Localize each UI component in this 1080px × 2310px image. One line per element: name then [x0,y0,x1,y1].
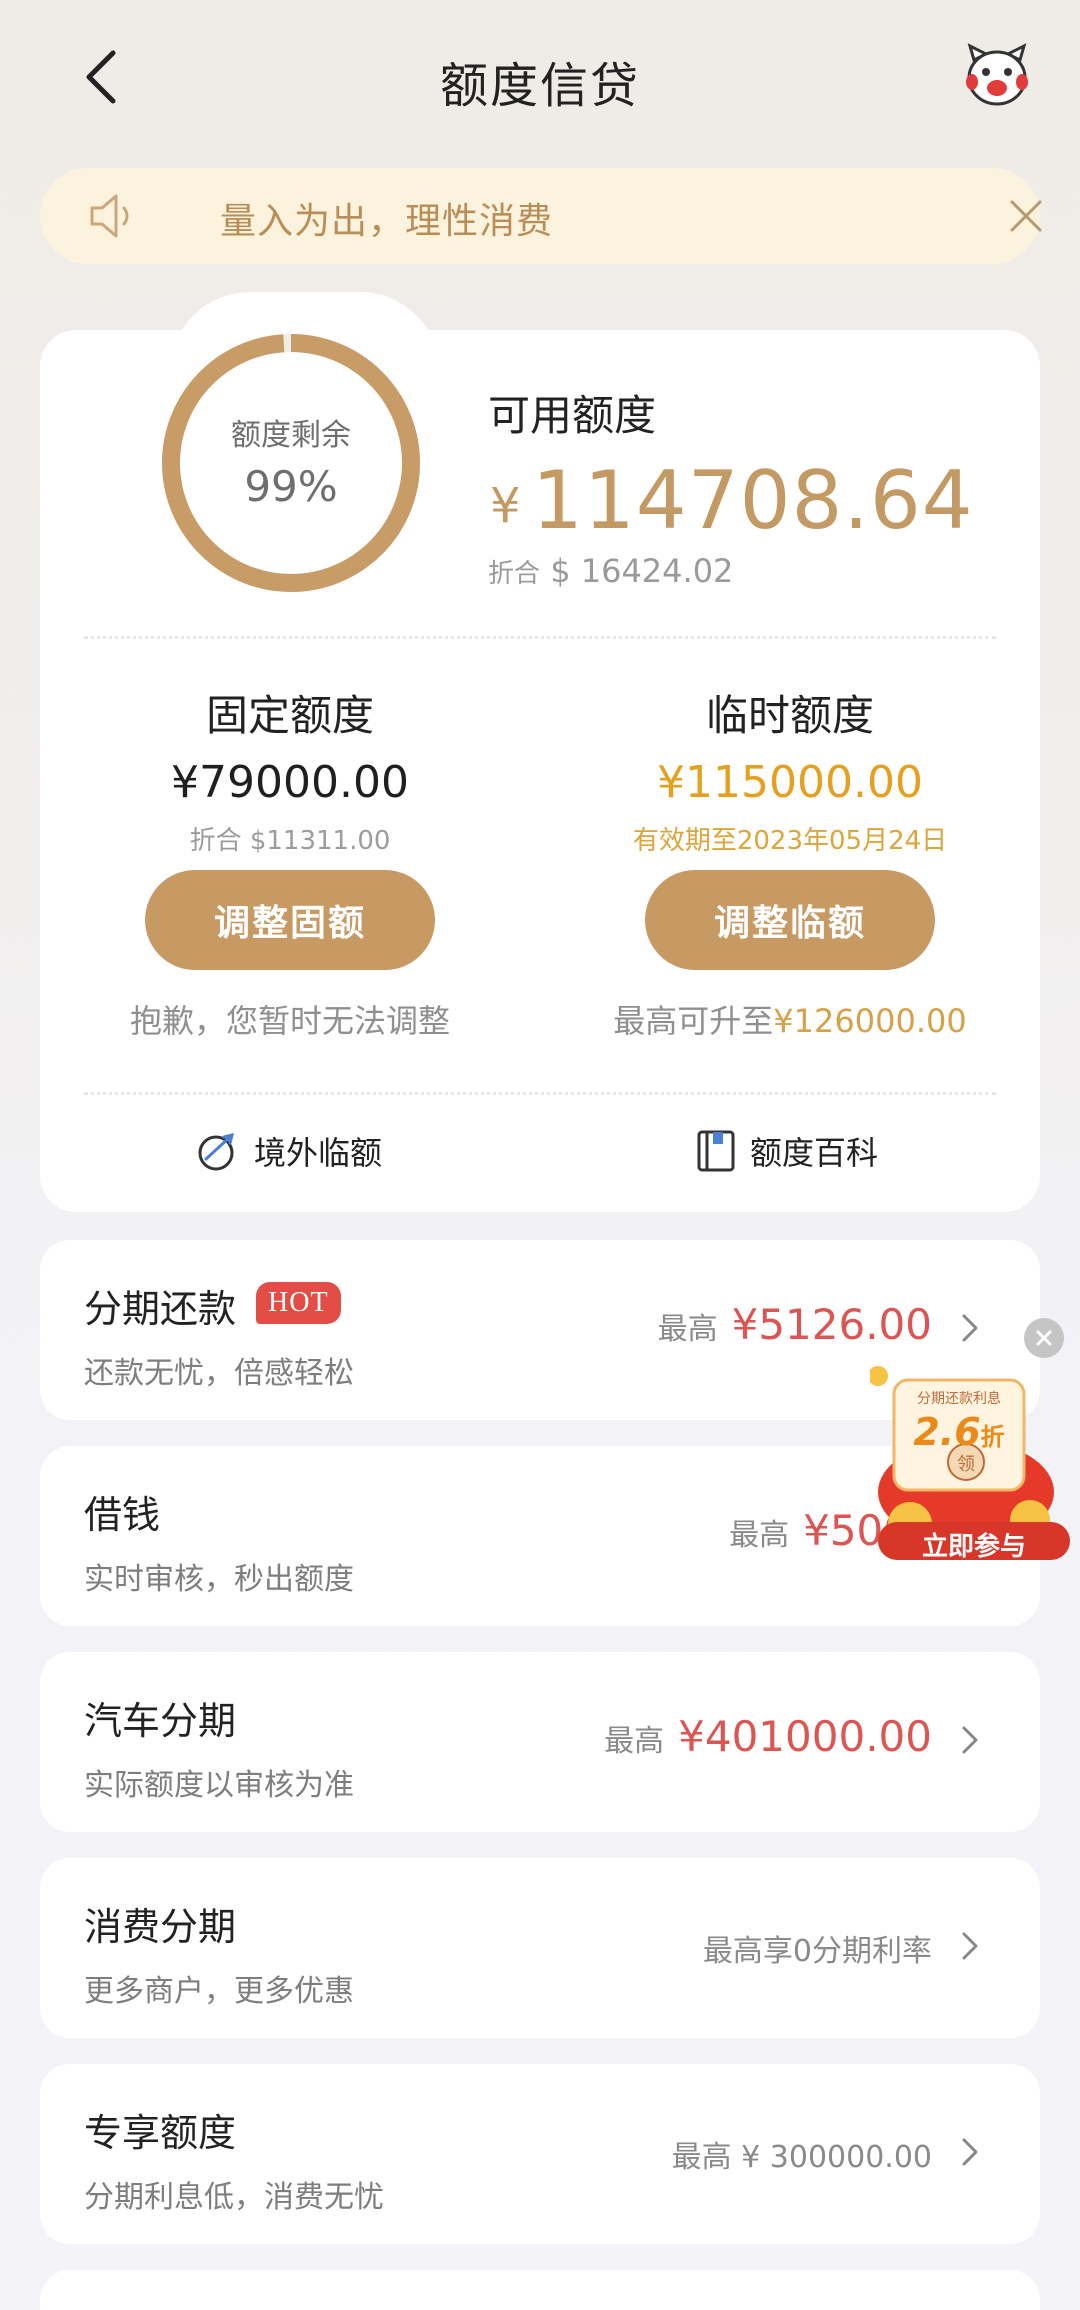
list-item-subtitle: 分期利息低，消费无忧 [84,2180,384,2215]
speaker-icon [90,194,129,238]
fixed-limit-amount: ¥79000.00 [171,757,409,808]
list-item-title: 专享额度 [84,2111,237,2155]
temp-limit-note-prefix: 最高可升至 [613,1002,774,1040]
list-item-partial[interactable] [40,2270,1040,2310]
currency-symbol: ¥ [490,478,521,534]
overseas-temp-limit-link[interactable]: 境外临额 [196,1128,382,1174]
usd-amount: $ 16424.02 [550,552,734,590]
adjust-temp-limit-button[interactable]: 调整临额 [645,870,935,970]
mascot-icon[interactable] [962,42,1032,112]
value-prefix: 最高 [604,1724,665,1759]
book-icon [697,1130,735,1172]
adjust-fixed-limit-button[interactable]: 调整固额 [145,870,435,970]
list-item-value: 最高 ¥401000.00 [604,1712,932,1761]
list-item-subtitle: 更多商户，更多优惠 [84,1974,354,2009]
list-item-subtitle: 实时审核，秒出额度 [84,1562,354,1597]
promo-discount: 2.6折 [894,1410,1024,1454]
chevron-right-icon [962,2138,978,2166]
temp-limit-max-amount: ¥126000.00 [773,1002,967,1040]
available-limit-label: 可用额度 [488,391,657,440]
temp-limit-section: 临时额度 ¥115000.00 有效期至2023年05月24日 [620,682,960,857]
limit-encyclopedia-link[interactable]: 额度百科 [696,1128,878,1174]
temp-limit-title: 临时额度 [705,691,874,740]
list-item-title: 分期还款 [84,1287,237,1331]
fixed-limit-section: 固定额度 ¥79000.00 折合 $11311.00 [120,682,460,857]
hot-badge: HOT [256,1282,341,1324]
page-title: 额度信贷 [439,58,640,114]
list-item-consumer-installment[interactable]: 消费分期 更多商户，更多优惠 最高享0分期利率 [40,1858,1040,2038]
promo-tag: 分期还款利息 [917,1391,1001,1407]
list-item-exclusive-limit[interactable]: 专享额度 分期利息低，消费无忧 最高 ¥ 300000.00 [40,2064,1040,2244]
fixed-limit-title: 固定额度 [205,691,374,740]
value-prefix: 最高 [657,1312,718,1347]
ring-percent: 99% [244,462,338,511]
promo-coin-label: 领 [957,1454,975,1475]
close-icon [1036,1330,1052,1346]
dotted-divider [84,636,996,639]
list-item-title: 汽车分期 [84,1699,237,1743]
promo-discount-value: 2.6 [913,1410,981,1454]
value-text: 最高 ¥ 300000.00 [671,2140,932,2175]
available-usd-equivalent: 折合 $ 16424.02 [488,552,733,590]
value-prefix: 最高 [729,1518,790,1553]
usd-prefix: 折合 [488,559,541,589]
list-item-subtitle: 实际额度以审核为准 [84,1768,354,1803]
list-item-title: 消费分期 [84,1905,237,1949]
chevron-right-icon [962,1726,978,1754]
notice-banner: 量入为出，理性消费 [40,168,1042,264]
promo-close-button[interactable] [1024,1318,1064,1358]
overseas-link-label: 境外临额 [254,1134,383,1172]
list-item-title: 借钱 [84,1493,161,1537]
available-limit-amount: 114708.64 [532,454,974,547]
value-text: 最高享0分期利率 [702,1934,932,1969]
fixed-limit-usd: 折合 $11311.00 [189,826,391,856]
value-amount: ¥401000.00 [678,1712,932,1761]
close-icon[interactable] [1006,196,1046,236]
promo-discount-unit: 折 [980,1423,1005,1451]
notice-text: 量入为出，理性消费 [220,201,554,242]
temp-limit-validity: 有效期至2023年05月24日 [632,826,948,856]
list-item-auto-installment[interactable]: 汽车分期 实际额度以审核为准 最高 ¥401000.00 [40,1652,1040,1832]
list-item-subtitle: 还款无忧，倍感轻松 [84,1356,354,1391]
chevron-right-icon [962,1932,978,1960]
globe-plane-icon [198,1132,235,1171]
ring-label: 额度剩余 [231,418,351,453]
encyclopedia-link-label: 额度百科 [750,1134,879,1172]
list-item-value: 最高享0分期利率 [703,1926,932,1970]
dotted-divider [84,1092,996,1095]
list-item-value: 最高 ¥ 300000.00 [672,2132,932,2176]
temp-limit-amount: ¥115000.00 [657,757,923,808]
fixed-limit-note: 抱歉，您暂时无法调整 [129,1002,450,1040]
header: 额度信贷 [0,0,1080,160]
promo-cta: 立即参与 [921,1532,1026,1562]
temp-limit-note: 最高可升至¥126000.00 [580,996,1000,1042]
